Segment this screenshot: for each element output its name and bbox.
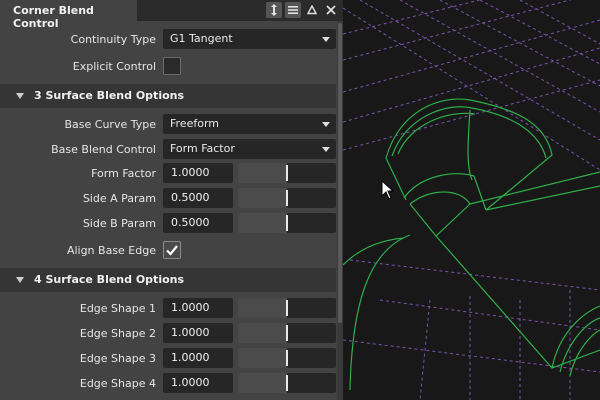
side-a-param-value: 0.5000: [171, 191, 210, 204]
align-base-edge-checkbox[interactable]: [163, 241, 181, 259]
edge-shape-4-slider[interactable]: [238, 373, 336, 393]
edge-shape-2-label: Edge Shape 2: [79, 327, 156, 340]
continuity-type-label: Continuity Type: [70, 33, 156, 46]
base-blend-control-label: Base Blend Control: [51, 143, 156, 156]
section-3-surface-blend-header[interactable]: 3 Surface Blend Options: [0, 84, 336, 108]
explicit-control-checkbox[interactable]: [163, 57, 181, 75]
base-blend-control-row: Base Blend Control Form Factor: [0, 137, 336, 162]
side-a-param-slider[interactable]: [238, 188, 336, 208]
section-title: 3 Surface Blend Options: [34, 89, 185, 102]
align-base-edge-label: Align Base Edge: [66, 244, 156, 257]
base-blend-control-value: Form Factor: [170, 142, 235, 155]
edge-shape-3-input[interactable]: 1.0000: [163, 348, 233, 368]
base-curve-type-dropdown[interactable]: Freeform: [163, 114, 336, 134]
form-factor-label: Form Factor: [91, 167, 156, 180]
3d-viewport[interactable]: [343, 0, 600, 400]
edge-shape-2-value: 1.0000: [171, 326, 210, 339]
base-blend-control-dropdown[interactable]: Form Factor: [163, 139, 336, 159]
checkmark-icon: [166, 245, 178, 256]
continuity-type-dropdown[interactable]: G1 Tangent: [163, 29, 336, 49]
side-b-param-row: Side B Param 0.5000: [0, 211, 336, 236]
collapse-triangle-icon: [16, 277, 24, 283]
panel-title-icons: [266, 2, 339, 18]
edge-shape-4-row: Edge Shape 4 1.0000: [0, 371, 336, 396]
slider-handle[interactable]: [286, 350, 288, 366]
edge-shape-3-label: Edge Shape 3: [79, 352, 156, 365]
side-b-param-value: 0.5000: [171, 216, 210, 229]
side-a-param-input[interactable]: 0.5000: [163, 188, 233, 208]
continuity-type-row: Continuity Type G1 Tangent: [0, 27, 336, 52]
slider-fill: [238, 298, 287, 318]
edge-shape-1-input[interactable]: 1.0000: [163, 298, 233, 318]
panel-titlebar: Corner Blend Control: [0, 0, 343, 30]
slider-handle[interactable]: [286, 215, 288, 231]
panel-tab[interactable]: Corner Blend Control: [0, 0, 138, 30]
explicit-control-row: Explicit Control: [0, 54, 336, 79]
side-a-param-row: Side A Param 0.5000: [0, 186, 336, 211]
edge-shape-1-slider[interactable]: [238, 298, 336, 318]
slider-fill: [238, 373, 287, 393]
scrollbar-thumb[interactable]: [338, 23, 342, 323]
collapse-triangle-icon: [16, 93, 24, 99]
explicit-control-label: Explicit Control: [72, 60, 156, 73]
mouse-cursor-icon: [381, 180, 395, 200]
base-curve-type-label: Base Curve Type: [64, 118, 157, 131]
slider-handle[interactable]: [286, 375, 288, 391]
base-curve-type-value: Freeform: [170, 117, 219, 130]
dropdown-arrow-icon: [322, 122, 330, 127]
menu-icon[interactable]: [285, 2, 301, 18]
dropdown-arrow-icon: [322, 37, 330, 42]
form-factor-slider[interactable]: [238, 163, 336, 183]
corner-blend-control-panel: Corner Blend Control Continuity Type G1 …: [0, 0, 343, 400]
edge-shape-1-label: Edge Shape 1: [79, 302, 156, 315]
edge-shape-1-row: Edge Shape 1 1.0000: [0, 296, 336, 321]
slider-handle[interactable]: [286, 165, 288, 181]
side-b-param-input[interactable]: 0.5000: [163, 213, 233, 233]
align-base-edge-row: Align Base Edge: [0, 238, 336, 263]
continuity-type-value: G1 Tangent: [170, 32, 233, 45]
slider-fill: [238, 348, 287, 368]
close-icon[interactable]: [323, 2, 339, 18]
collapse-icon[interactable]: [304, 2, 320, 18]
slider-handle[interactable]: [286, 190, 288, 206]
section-title: 4 Surface Blend Options: [34, 273, 185, 286]
edge-shape-2-input[interactable]: 1.0000: [163, 323, 233, 343]
slider-fill: [238, 323, 287, 343]
edge-shape-4-value: 1.0000: [171, 376, 210, 389]
edge-shape-1-value: 1.0000: [171, 301, 210, 314]
dropdown-arrow-icon: [322, 147, 330, 152]
slider-handle[interactable]: [286, 325, 288, 341]
slider-fill: [238, 163, 287, 183]
panel-scrollbar[interactable]: [337, 21, 343, 400]
base-curve-type-row: Base Curve Type Freeform: [0, 112, 336, 137]
edge-shape-3-slider[interactable]: [238, 348, 336, 368]
construction-grid: [343, 0, 600, 400]
edge-shape-4-label: Edge Shape 4: [79, 377, 156, 390]
edge-shape-3-value: 1.0000: [171, 351, 210, 364]
side-a-param-label: Side A Param: [82, 192, 156, 205]
edge-shape-2-slider[interactable]: [238, 323, 336, 343]
form-factor-row: Form Factor 1.0000: [0, 161, 336, 186]
form-factor-input[interactable]: 1.0000: [163, 163, 233, 183]
resize-icon[interactable]: [266, 2, 282, 18]
slider-fill: [238, 213, 287, 233]
edge-shape-2-row: Edge Shape 2 1.0000: [0, 321, 336, 346]
edge-shape-4-input[interactable]: 1.0000: [163, 373, 233, 393]
side-b-param-slider[interactable]: [238, 213, 336, 233]
viewport-scene: [343, 0, 600, 400]
slider-handle[interactable]: [286, 300, 288, 316]
section-4-surface-blend-header[interactable]: 4 Surface Blend Options: [0, 268, 336, 292]
edge-shape-3-row: Edge Shape 3 1.0000: [0, 346, 336, 371]
side-b-param-label: Side B Param: [82, 217, 156, 230]
slider-fill: [238, 188, 287, 208]
form-factor-value: 1.0000: [171, 166, 210, 179]
blend-surface-wireframe: [343, 98, 600, 391]
